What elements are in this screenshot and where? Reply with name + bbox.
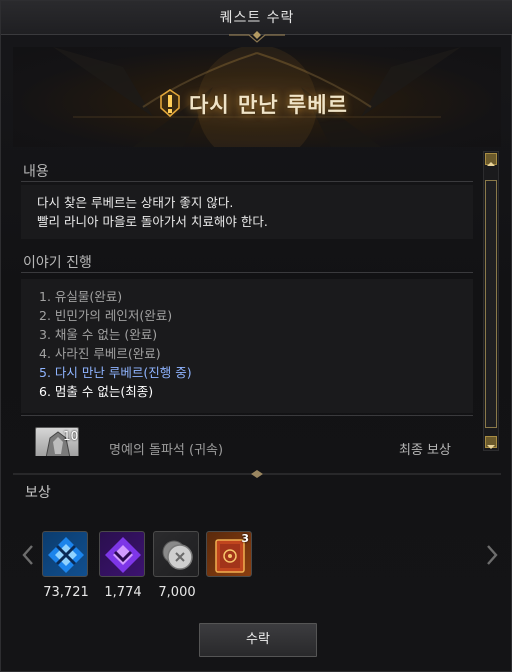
chevron-up-icon: [487, 162, 495, 166]
reward-value: 1,774: [104, 585, 142, 600]
section-divider: [21, 272, 473, 273]
quest-banner: 다시 만난 루베르: [13, 47, 501, 147]
content-section-label: 내용: [23, 164, 49, 180]
reward-item[interactable]: 1,774: [99, 531, 147, 600]
final-reward-count: 10: [63, 429, 79, 443]
title-ornament: [229, 31, 285, 43]
rewards-prev-arrow[interactable]: [21, 543, 35, 567]
reward-badge: 3: [241, 532, 249, 545]
progress-item: 1. 유실물(완료): [39, 289, 123, 304]
progress-item-current: 5. 다시 만난 루베르(진행 중): [39, 365, 192, 380]
reward-value: 7,000: [158, 585, 196, 600]
accept-button[interactable]: 수락: [199, 623, 317, 657]
book-icon: 3: [206, 531, 252, 577]
scroll-down-button[interactable]: [485, 436, 497, 449]
quest-title: 다시 만난 루베르: [189, 93, 348, 117]
reward-item[interactable]: 7,000: [153, 531, 201, 600]
rewards-next-arrow[interactable]: [485, 543, 499, 567]
chevron-left-icon: [22, 545, 33, 565]
scroll-thumb[interactable]: [485, 180, 497, 428]
description-line: 다시 찾은 루베르는 상태가 좋지 않다.: [37, 195, 234, 210]
chevron-right-icon: [487, 545, 498, 565]
blue-crystal-icon: [42, 531, 88, 577]
final-reward-row: 10 명예의 돌파석 (귀속) 최종 보상: [21, 421, 473, 456]
reward-value: 73,721: [43, 585, 89, 600]
story-progress-list: 1. 유실물(완료) 2. 빈민가의 레인저(완료) 3. 채울 수 없는 (완…: [21, 279, 473, 413]
final-reward-label: 최종 보상: [399, 443, 451, 456]
description-line: 빨리 라니아 마을로 돌아가서 치료해야 한다.: [37, 214, 268, 229]
reward-item[interactable]: 73,721: [42, 531, 90, 600]
reward-item[interactable]: 3: [206, 531, 254, 585]
progress-item: 3. 채울 수 없는 (완료): [39, 327, 158, 342]
quest-accept-window: 퀘스트 수락 다시 만난 루베르 내용 다시 찾은 루베르는 상태가 좋지 않다…: [0, 0, 512, 672]
scroll-up-button[interactable]: [485, 153, 497, 166]
final-reward-name: 명예의 돌파석 (귀속): [109, 443, 224, 456]
purple-crystal-icon: [99, 531, 145, 577]
story-section-label: 이야기 진행: [23, 255, 92, 271]
window-title: 퀘스트 수락: [1, 1, 512, 35]
progress-item: 4. 사라진 루베르(완료): [39, 346, 161, 361]
quest-details-panel[interactable]: 내용 다시 찾은 루베르는 상태가 좋지 않다. 빨리 라니아 마을로 돌아가서…: [13, 151, 475, 456]
rewards-section-label: 보상: [25, 485, 51, 501]
ornament-divider: [13, 470, 501, 478]
section-divider: [21, 181, 473, 182]
chevron-down-icon: [487, 445, 495, 449]
progress-item-final: 6. 멈출 수 없는(최종): [39, 384, 154, 399]
section-divider: [21, 415, 473, 416]
silver-coin-icon: [153, 531, 199, 577]
quest-description: 다시 찾은 루베르는 상태가 좋지 않다. 빨리 라니아 마을로 돌아가서 치료…: [21, 185, 473, 239]
details-scrollbar[interactable]: [483, 151, 499, 451]
quest-exclamation-icon: [160, 89, 180, 118]
progress-item: 2. 빈민가의 레인저(완료): [39, 308, 173, 323]
